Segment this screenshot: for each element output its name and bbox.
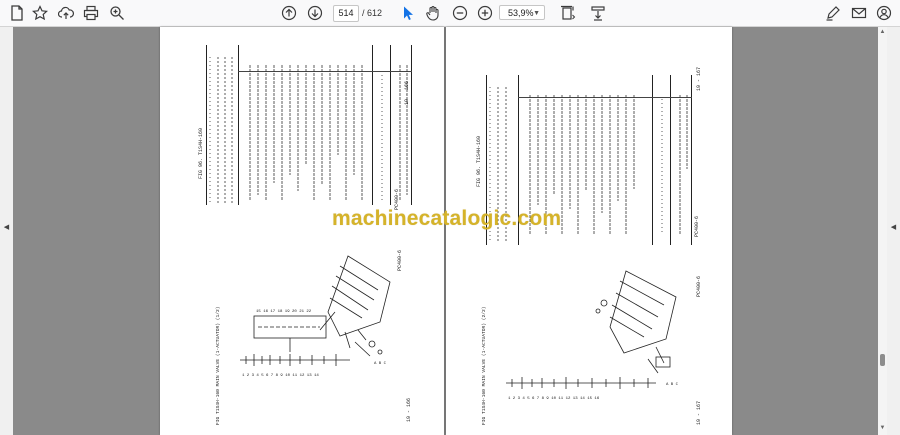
chevron-down-icon: ▼ [533, 10, 540, 17]
cursor-icon[interactable] [398, 3, 418, 23]
document-page-right: FIG 96. T1S4H-160 19 - 167 PC400-6 PC400… [446, 27, 732, 435]
page-number-left-bottom: 19 - 166 [406, 397, 412, 422]
account-icon[interactable] [874, 3, 894, 23]
vertical-scrollbar[interactable]: ▲ ▼ [878, 27, 887, 435]
model-code-right-mid: PC400-6 [696, 275, 702, 297]
scrollbar-thumb[interactable] [880, 354, 885, 366]
exploded-drawing-left: 1 2 3 4 5 6 7 8 9 10 11 12 13 14 15 16 1… [240, 255, 391, 378]
svg-text:15 16 17 18 19 20 21 22: 15 16 17 18 19 20 21 22 [256, 310, 312, 314]
mail-icon[interactable] [849, 3, 869, 23]
page-number-input[interactable]: 514 [333, 5, 359, 22]
svg-text:A B C: A B C [666, 383, 679, 387]
document-page-left: FIG 96. T1S4H-160 19 - 166 PC400-6 PC400… [160, 27, 444, 435]
fit-page-icon[interactable] [558, 3, 578, 23]
scroll-mode-icon[interactable] [588, 3, 608, 23]
svg-text:1 2 3 4 5 6 7 8 9 10 11 12 13: 1 2 3 4 5 6 7 8 9 10 11 12 13 14 [242, 374, 319, 378]
zoom-value: 53,9% [508, 8, 534, 18]
page-number-right-bottom: 19 - 167 [696, 400, 702, 425]
hand-icon[interactable] [423, 3, 443, 23]
cloud-upload-icon[interactable] [56, 3, 76, 23]
arrow-up-icon[interactable] [279, 3, 299, 23]
left-panel-toggle[interactable]: ◀ [0, 27, 13, 435]
right-panel-toggle[interactable]: ◀ [887, 27, 900, 435]
pen-sign-icon[interactable] [823, 3, 843, 23]
star-icon[interactable] [30, 3, 50, 23]
scroll-down-icon[interactable]: ▼ [878, 425, 887, 431]
page-total: / 612 [362, 8, 383, 18]
fig-title-left: FIG 96. T1S4H-160 [198, 127, 204, 179]
watermark-text: machinecatalogic.com [332, 207, 562, 230]
drawing-caption-left: FIG T1S4H-160 MAIN VALVE (1-ACTUATOR) (1… [216, 306, 221, 425]
toolbar: 514 / 612 53,9% ▼ [0, 0, 900, 27]
zoom-out-icon[interactable] [450, 3, 470, 23]
fig-title-right: FIG 96. T1S4H-160 [476, 135, 482, 187]
svg-text:1 2 3 4 5 6 7 8 9 10 11 12 13: 1 2 3 4 5 6 7 8 9 10 11 12 13 14 15 16 [508, 397, 600, 401]
parts-list-lines [209, 57, 408, 203]
drawing-caption-right: FIG T1S4H-160 MAIN VALVE (1-ACTUATOR) (2… [482, 306, 487, 425]
zoom-in-icon[interactable] [475, 3, 495, 23]
zoom-select[interactable]: 53,9% ▼ [499, 5, 545, 20]
arrow-down-icon[interactable] [305, 3, 325, 23]
document-icon[interactable] [7, 3, 27, 23]
model-code-right-top: PC400-6 [694, 215, 700, 237]
exploded-drawing-right: 1 2 3 4 5 6 7 8 9 10 11 12 13 14 15 16 A… [506, 270, 679, 401]
scroll-up-icon[interactable]: ▲ [878, 29, 887, 35]
page-number-left-top: 19 - 166 [404, 80, 410, 105]
page-number-right-top: 19 - 167 [696, 66, 702, 91]
zoom-search-icon[interactable] [107, 3, 127, 23]
svg-text:A B C: A B C [374, 362, 387, 366]
chevron-right-icon: ◀ [890, 224, 897, 231]
chevron-left-icon: ◀ [3, 224, 10, 231]
document-viewport[interactable]: ◀ ◀ ▲ ▼ FIG 96. T1S4H-160 19 - 166 PC400… [0, 27, 900, 435]
print-icon[interactable] [81, 3, 101, 23]
